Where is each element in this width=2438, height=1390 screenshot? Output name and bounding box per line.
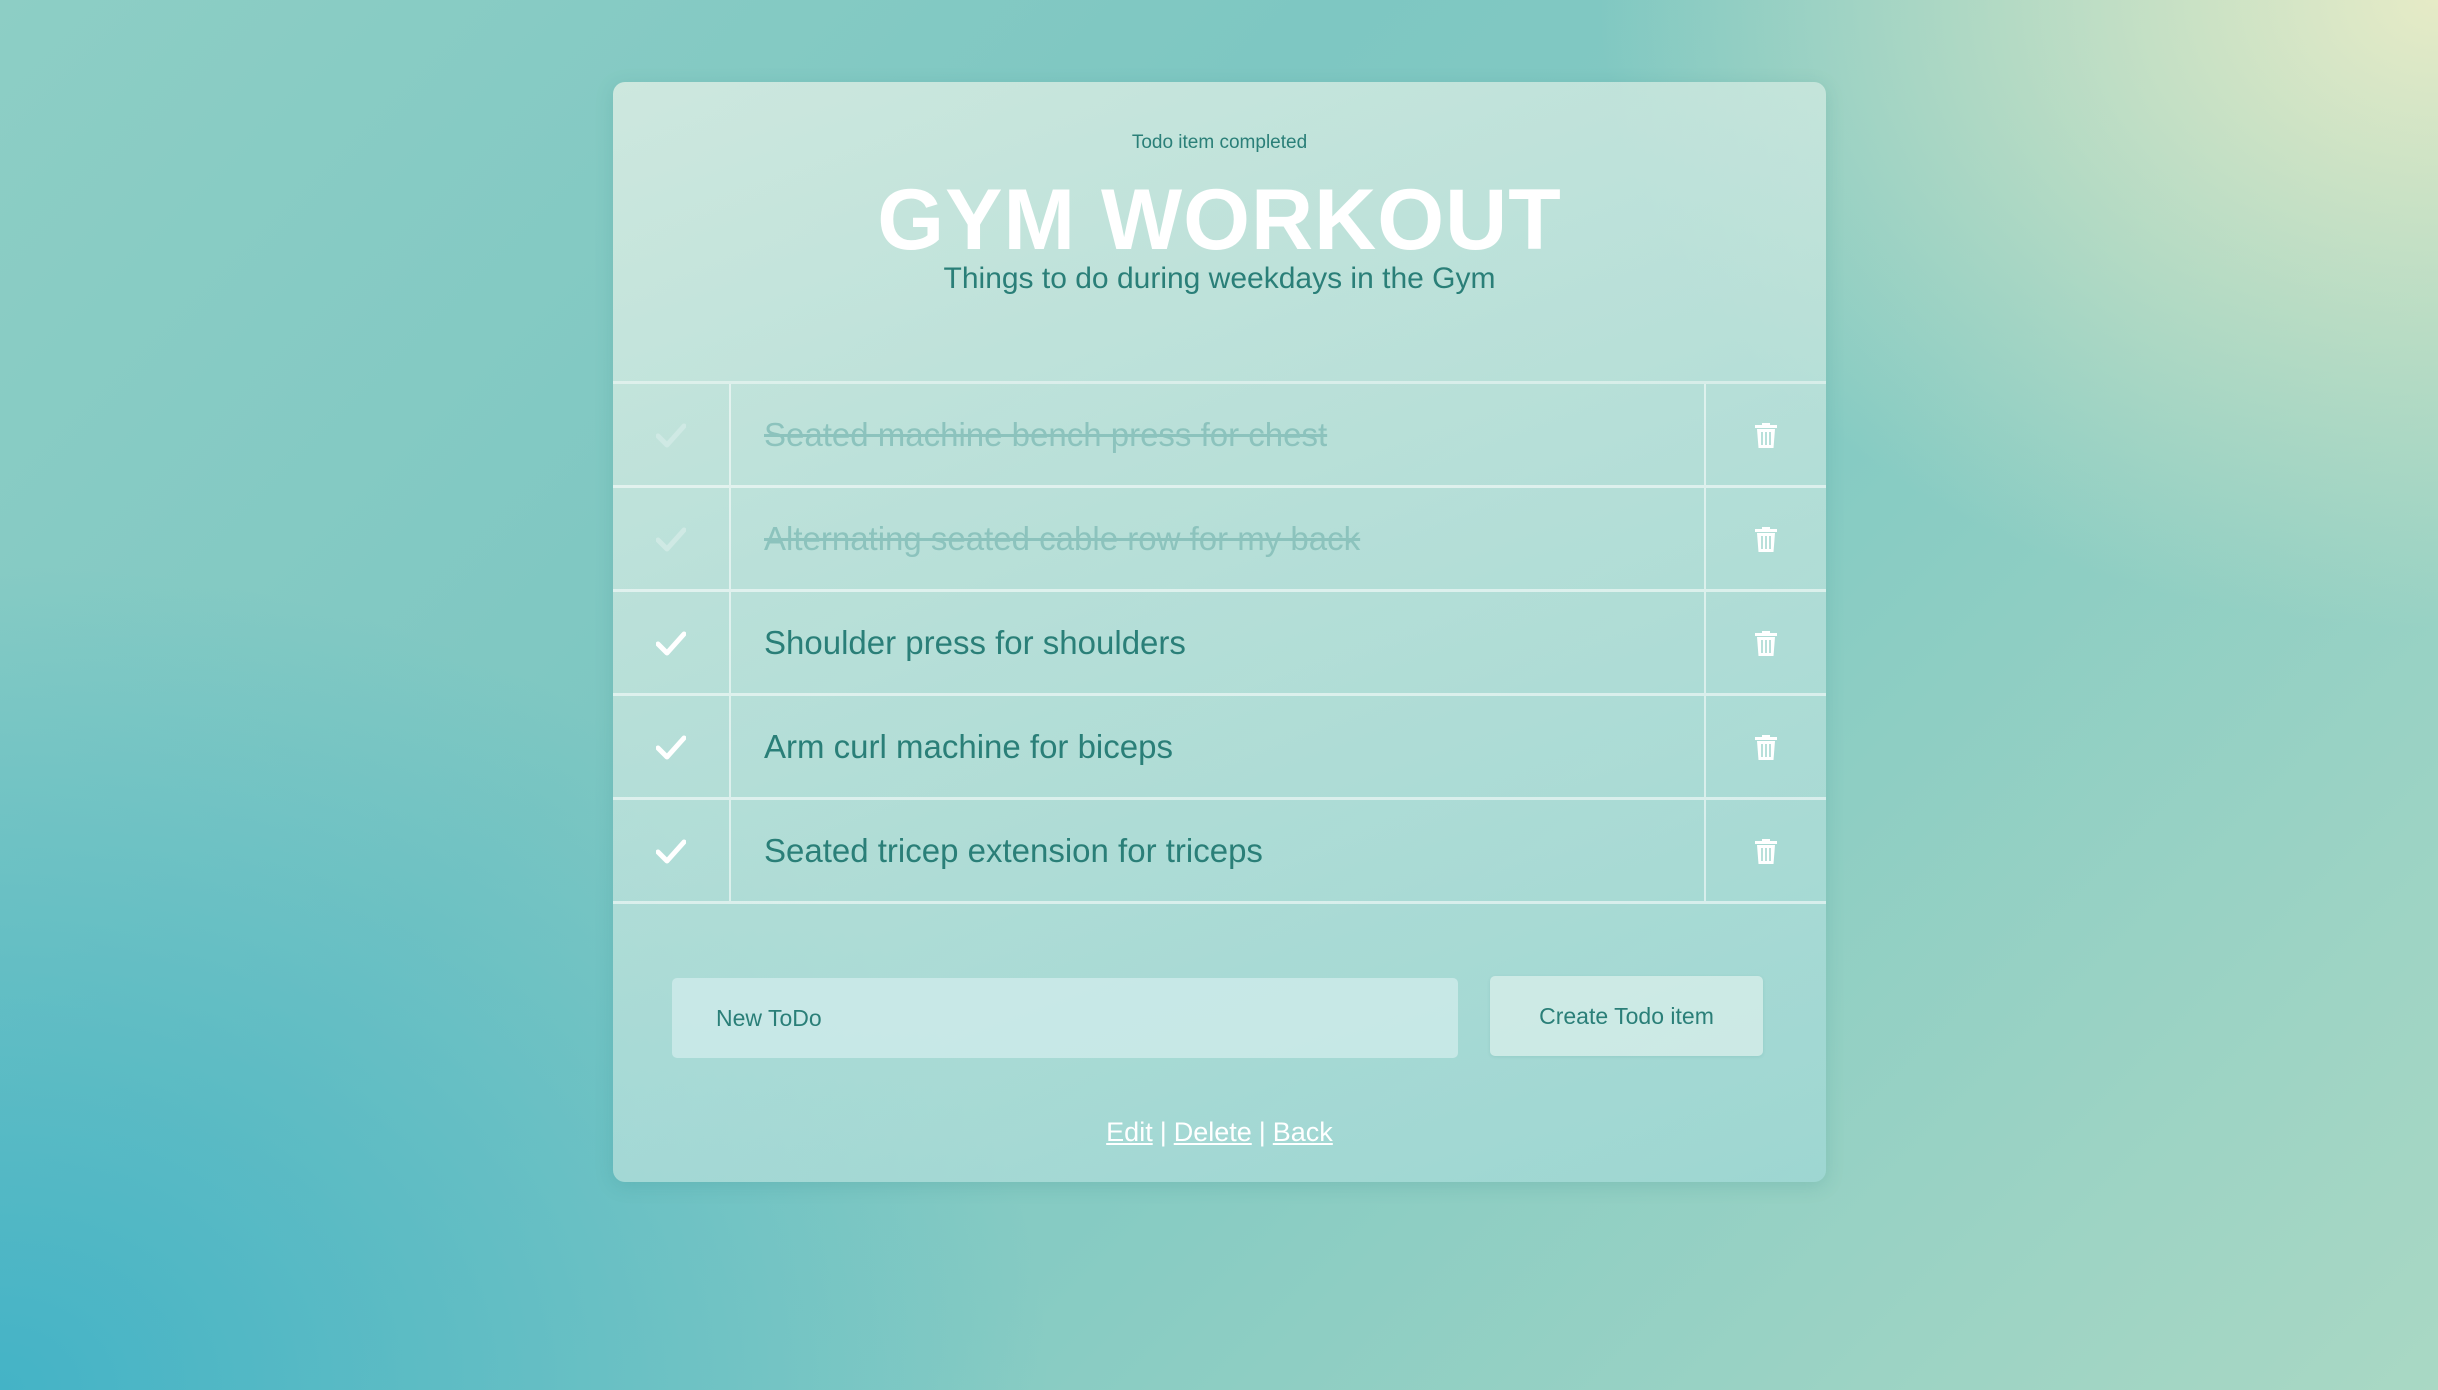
- page-subtitle: Things to do during weekdays in the Gym: [943, 262, 1496, 295]
- delete-link[interactable]: Delete: [1174, 1117, 1252, 1147]
- todo-row: Seated machine bench press for chest: [613, 384, 1826, 488]
- link-separator: |: [1258, 1117, 1266, 1147]
- footer-links: Edit | Delete | Back: [613, 1117, 1826, 1148]
- todo-text: Alternating seated cable row for my back: [764, 519, 1361, 557]
- todo-text: Seated machine bench press for chest: [764, 415, 1328, 453]
- delete-todo-button[interactable]: [1704, 696, 1826, 797]
- check-icon: [656, 735, 686, 759]
- complete-toggle[interactable]: [613, 696, 731, 797]
- todo-text: Shoulder press for shoulders: [764, 623, 1186, 661]
- complete-toggle[interactable]: [613, 800, 731, 901]
- link-separator: |: [1159, 1117, 1167, 1147]
- complete-toggle[interactable]: [613, 592, 731, 693]
- complete-toggle[interactable]: [613, 488, 731, 589]
- trash-icon: [1755, 838, 1777, 864]
- check-icon: [656, 631, 686, 655]
- trash-icon: [1755, 422, 1777, 448]
- trash-icon: [1755, 526, 1777, 552]
- todo-text: Arm curl machine for biceps: [764, 727, 1173, 765]
- back-link[interactable]: Back: [1273, 1117, 1333, 1147]
- delete-todo-button[interactable]: [1704, 800, 1826, 901]
- trash-icon: [1755, 630, 1777, 656]
- edit-link[interactable]: Edit: [1106, 1117, 1153, 1147]
- new-todo-input[interactable]: [672, 978, 1458, 1058]
- check-icon: [656, 423, 686, 447]
- todo-row: Arm curl machine for biceps: [613, 696, 1826, 800]
- delete-todo-button[interactable]: [1704, 384, 1826, 485]
- todo-card: Todo item completed GYM WORKOUT Things t…: [613, 82, 1826, 1182]
- delete-todo-button[interactable]: [1704, 592, 1826, 693]
- todo-row: Shoulder press for shoulders: [613, 592, 1826, 696]
- page-title: GYM WORKOUT: [877, 172, 1562, 268]
- todo-row: Alternating seated cable row for my back: [613, 488, 1826, 592]
- delete-todo-button[interactable]: [1704, 488, 1826, 589]
- status-message: Todo item completed: [1131, 132, 1308, 153]
- check-icon: [656, 527, 686, 551]
- check-icon: [656, 839, 686, 863]
- todo-row: Seated tricep extension for triceps: [613, 800, 1826, 904]
- trash-icon: [1755, 734, 1777, 760]
- todo-list: Seated machine bench press for chest Alt…: [613, 381, 1826, 904]
- complete-toggle[interactable]: [613, 384, 731, 485]
- create-todo-button[interactable]: Create Todo item: [1490, 976, 1763, 1056]
- todo-text: Seated tricep extension for triceps: [764, 831, 1263, 869]
